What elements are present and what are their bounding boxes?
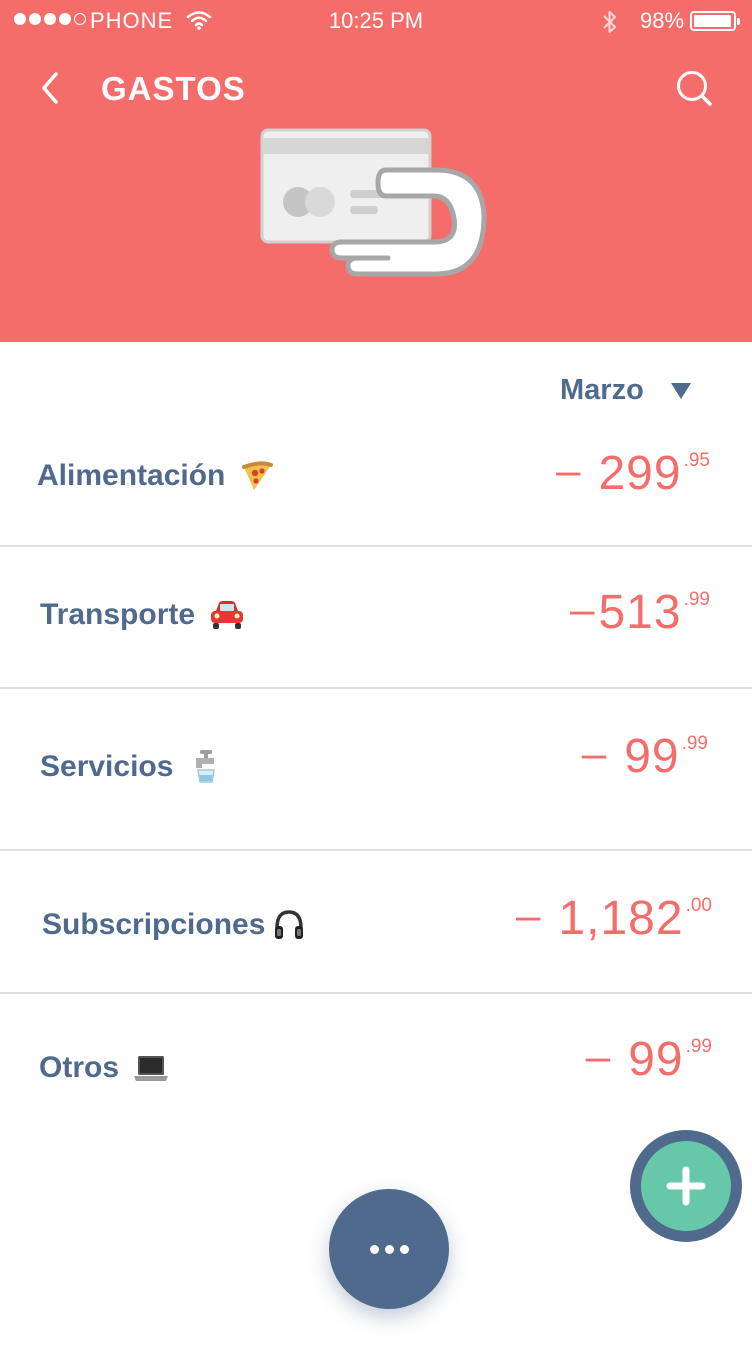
category-amount: – 99 .99: [581, 729, 708, 783]
category-label: Alimentación: [37, 458, 275, 494]
battery-icon: [690, 11, 740, 31]
headphones-icon: [271, 907, 307, 943]
laptop-icon: [133, 1050, 169, 1086]
category-amount: – 513 .99: [570, 585, 710, 639]
category-name: Transporte: [40, 598, 196, 631]
card-payment-icon: [260, 128, 487, 277]
category-name: Servicios: [40, 750, 174, 783]
month-selector[interactable]: Marzo: [560, 374, 692, 407]
bluetooth-icon: [603, 11, 616, 33]
category-amount: – 1,182 .00: [515, 891, 712, 945]
add-expense-button[interactable]: [630, 1130, 742, 1242]
page-title: GASTOS: [101, 70, 246, 107]
chevron-left-icon[interactable]: [34, 68, 74, 108]
category-row-subscripciones[interactable]: Subscripciones – 1,182 .00: [0, 851, 752, 993]
plus-icon: [666, 1166, 706, 1206]
battery-percentage: 98%: [640, 8, 685, 33]
month-label: Marzo: [560, 374, 644, 406]
category-row-alimentacion[interactable]: Alimentación – 299 .95: [0, 430, 752, 546]
more-button[interactable]: [329, 1189, 449, 1309]
category-name: Alimentación: [37, 459, 226, 492]
faucet-icon: [187, 749, 223, 785]
car-icon: [209, 597, 245, 633]
category-row-transporte[interactable]: Transporte – 513 .99: [0, 547, 752, 687]
category-label: Servicios: [40, 749, 223, 785]
category-label: Subscripciones: [42, 907, 307, 943]
category-row-servicios[interactable]: Servicios – 99 .99: [0, 689, 752, 849]
triangle-down-icon: [670, 382, 691, 399]
category-name: Subscripciones: [42, 908, 266, 941]
category-amount: – 299 .95: [556, 446, 710, 500]
category-name: Otros: [39, 1051, 120, 1084]
header: PHONE 10:25 PM 98% GASTOS: [0, 0, 752, 342]
more-horizontal-icon: [369, 1244, 379, 1254]
search-icon[interactable]: [672, 66, 716, 110]
category-row-otros[interactable]: Otros – 99 .99: [0, 994, 752, 1114]
pizza-icon: [239, 458, 275, 494]
category-amount: – 99 .99: [585, 1032, 712, 1086]
category-label: Transporte: [40, 597, 245, 633]
status-bar: PHONE 10:25 PM 98%: [0, 0, 752, 42]
category-label: Otros: [39, 1050, 169, 1086]
